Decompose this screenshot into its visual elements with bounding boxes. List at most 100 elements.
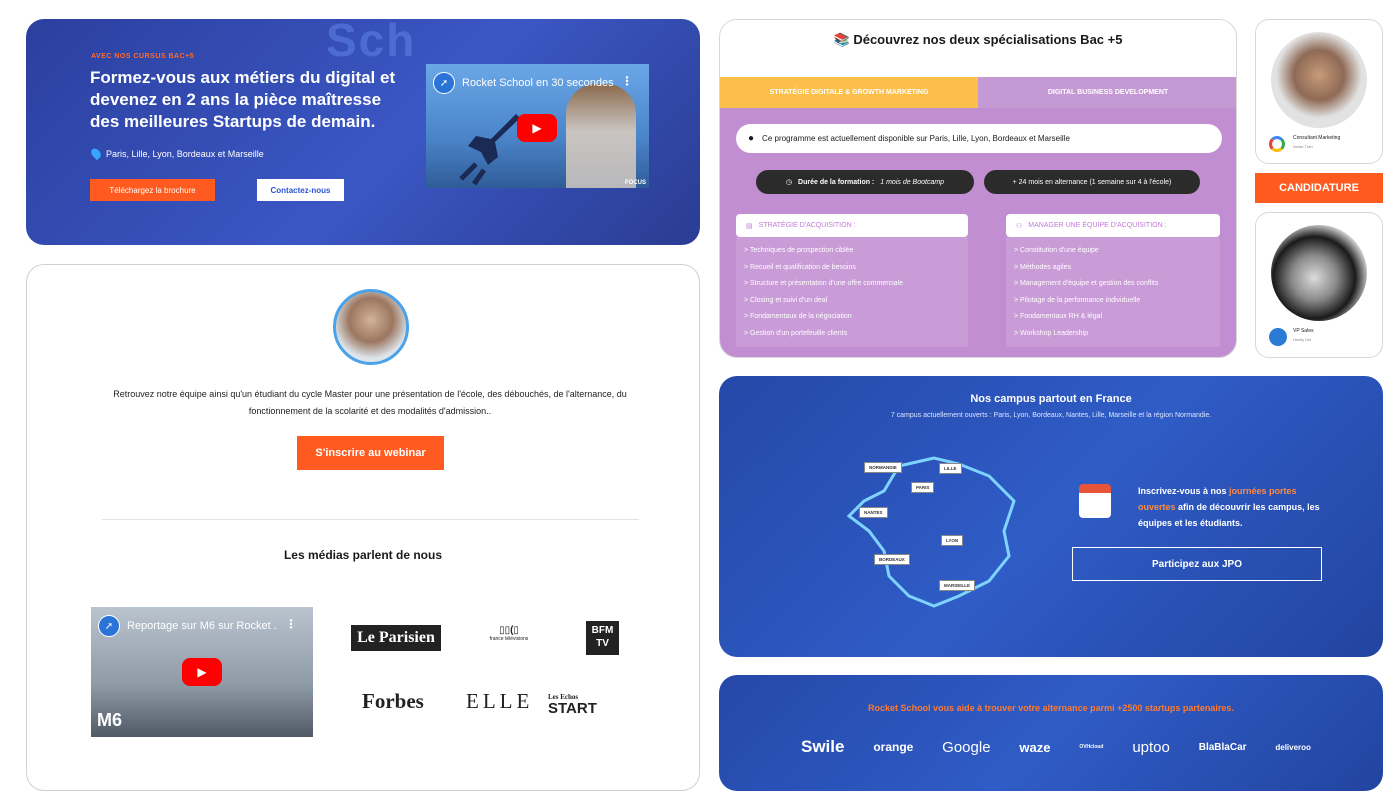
specialisation-content: ● Ce programme est actuellement disponib… <box>720 108 1236 357</box>
city-label: MARSEILLE <box>939 580 976 591</box>
list-item: > Structure et présentation d'une offre … <box>744 280 903 287</box>
list-item: > Fondamentaux de la négociation <box>744 313 852 320</box>
city-label: NORMANDIE <box>864 462 902 473</box>
jpo-button[interactable]: Participez aux JPO <box>1072 547 1322 581</box>
forbes-logo: Forbes <box>362 689 424 713</box>
list-item: > Constitution d'une équipe <box>1014 247 1099 254</box>
calendar-icon <box>1079 484 1111 518</box>
list-item: > Techniques de prospection ciblée <box>744 247 854 254</box>
city-label: NANTES <box>859 507 888 518</box>
list-item: > Management d'équipe et gestion des con… <box>1014 280 1159 287</box>
m6-video-player[interactable]: ➚ Reportage sur M6 sur Rocket ... ⋮ ▶ M6 <box>91 607 313 737</box>
alternance-pill: + 24 mois en alternance (1 semaine sur 4… <box>984 170 1200 194</box>
more-options-icon[interactable]: ⋮ <box>285 617 297 631</box>
download-brochure-button[interactable]: Téléchargez la brochure <box>90 179 215 201</box>
column-header: ⚇ MANAGER UNE ÉQUIPE D'ACQUISITION : <box>1006 214 1220 237</box>
list-item: > Pilotage de la performance individuell… <box>1014 296 1141 304</box>
hero-title: Formez-vous aux métiers du digital et de… <box>90 68 396 131</box>
list-item: > Workshop Leadership <box>1014 329 1088 337</box>
program-availability: ● Ce programme est actuellement disponib… <box>736 124 1222 153</box>
hero-eyebrow: AVEC NOS CURSUS BAC+5 <box>91 53 195 60</box>
list-item: > Méthodes agiles <box>1014 263 1072 271</box>
medias-title: Les médias parlent de nous <box>283 548 443 562</box>
google-logo: Google <box>942 738 991 756</box>
testimonial-role: Consultant Marketing <box>1293 135 1341 141</box>
france-map: NORMANDIE LILLE PARIS NANTES LYON BORDEA… <box>839 446 1039 626</box>
testimonial-name: Nolah Tran <box>1293 144 1313 149</box>
location-pin-icon: ● <box>748 133 755 144</box>
blablacar-logo: BlaBlaCar <box>1198 741 1247 753</box>
column-header: ▤ STRATÉGIE D'ACQUISITION : <box>736 214 968 237</box>
hero-video-title: Rocket School en 30 secondes <box>462 77 614 89</box>
france-televisions-mark: ▯▯(▯ <box>499 625 519 636</box>
list-item: > Gestion d'un portefeuille clients <box>744 329 848 337</box>
avatar <box>1271 32 1367 128</box>
les-echos-start-logo: Les Echos START <box>548 691 597 717</box>
duration-value: 1 mois de Bootcamp <box>880 178 945 186</box>
hero-location-text: Paris, Lille, Lyon, Bordeaux et Marseill… <box>106 148 264 159</box>
m6-brand: M6 <box>97 710 123 730</box>
contact-button[interactable]: Contactez-nous <box>257 179 344 201</box>
tv-text: TV <box>596 638 609 649</box>
candidature-button[interactable]: CANDIDATURE <box>1255 173 1383 203</box>
testimonial-role: VP Sales <box>1293 328 1314 334</box>
team-icon: ⚇ <box>1016 222 1023 230</box>
elle-logo: ELLE <box>466 689 534 713</box>
hero-watermark: Sch <box>326 19 417 66</box>
campus-title: Nos campus partout en France <box>970 393 1132 405</box>
france-televisions-text: france télévisions <box>489 636 529 642</box>
video-person-thumbnail <box>566 84 636 188</box>
start-text: START <box>548 700 597 717</box>
google-icon <box>1269 136 1285 152</box>
m6-video-title: Reportage sur M6 sur Rocket ... <box>127 620 277 632</box>
partner-logos: Swile orange Google waze OVHcloud uptoo … <box>801 737 1311 757</box>
specialisations-card: 📚 Découvrez nos deux spécialisations Bac… <box>719 19 1237 358</box>
tab-digital-business[interactable]: DIGITAL BUSINESS DEVELOPMENT <box>978 77 1236 108</box>
company-icon <box>1269 328 1287 346</box>
skills-list: > Constitution d'une équipe > Méthodes a… <box>1006 237 1220 347</box>
more-options-icon[interactable]: ⋮ <box>621 74 633 88</box>
partners-title: Rocket School vous aide à trouver votre … <box>868 703 1234 713</box>
bfm-text: BFM <box>591 625 614 636</box>
bfmtv-logo: BFM TV <box>586 621 619 655</box>
document-icon: ▤ <box>746 222 753 230</box>
avatar <box>333 289 409 365</box>
webinar-description: Retrouvez notre équipe ainsi qu'un étudi… <box>113 389 627 416</box>
tab-strategie-digitale[interactable]: STRATÉGIE DIGITALE & GROWTH MARKETING <box>720 77 978 108</box>
channel-rocket-icon: ➚ <box>98 615 120 637</box>
divider <box>102 519 639 520</box>
register-webinar-button[interactable]: S'inscrire au webinar <box>297 436 444 470</box>
duration-label: Durée de la formation : <box>798 178 875 186</box>
testimonial-card-1[interactable]: Consultant Marketing Nolah Tran <box>1255 19 1383 164</box>
list-item: > Recueil et qualification de besoins <box>744 263 856 271</box>
city-label: LYON <box>941 535 964 546</box>
campus-section: Nos campus partout en France 7 campus ac… <box>719 376 1383 657</box>
video-brand: FOCUS <box>625 180 646 186</box>
swile-logo: Swile <box>801 737 845 756</box>
hero-video-player[interactable]: ➚ Rocket School en 30 secondes ⋮ ▶ FOCUS <box>426 64 649 188</box>
team-management-column: ⚇ MANAGER UNE ÉQUIPE D'ACQUISITION : > C… <box>1006 214 1220 347</box>
testimonial-name: Heully Dol <box>1293 337 1312 342</box>
skills-list: > Techniques de prospection ciblée > Rec… <box>736 237 968 347</box>
acquisition-strategy-column: ▤ STRATÉGIE D'ACQUISITION : > Techniques… <box>736 214 968 347</box>
books-icon: 📚 <box>833 32 854 47</box>
uptoo-logo: uptoo <box>1132 738 1170 756</box>
city-label: PARIS <box>911 482 935 493</box>
play-icon[interactable]: ▶ <box>517 114 557 142</box>
program-availability-text: Ce programme est actuellement disponible… <box>762 134 1070 143</box>
jpo-text: Inscrivez-vous à nos journées portes ouv… <box>1138 486 1320 528</box>
ovhcloud-logo: OVHcloud <box>1079 744 1104 750</box>
clock-icon: ◷ <box>785 179 793 186</box>
city-label: BORDEAUX <box>874 554 910 565</box>
le-parisien-logo: Le Parisien <box>351 625 441 651</box>
list-item: > Closing et suivi d'un deal <box>744 296 828 304</box>
play-icon[interactable]: ▶ <box>182 658 222 686</box>
location-pin-icon <box>89 146 103 161</box>
hero-banner: Sch AVEC NOS CURSUS BAC+5 Formez-vous au… <box>26 19 700 245</box>
campus-subtitle: 7 campus actuellement ouverts : Paris, L… <box>890 412 1212 419</box>
list-item: > Fondamentaux RH & légal <box>1014 313 1103 320</box>
channel-rocket-icon: ➚ <box>433 72 455 94</box>
specialisations-title: 📚 Découvrez nos deux spécialisations Bac… <box>833 32 1123 47</box>
hero-location: Paris, Lille, Lyon, Bordeaux et Marseill… <box>89 146 264 161</box>
testimonial-card-2[interactable]: VP Sales Heully Dol <box>1255 212 1383 358</box>
